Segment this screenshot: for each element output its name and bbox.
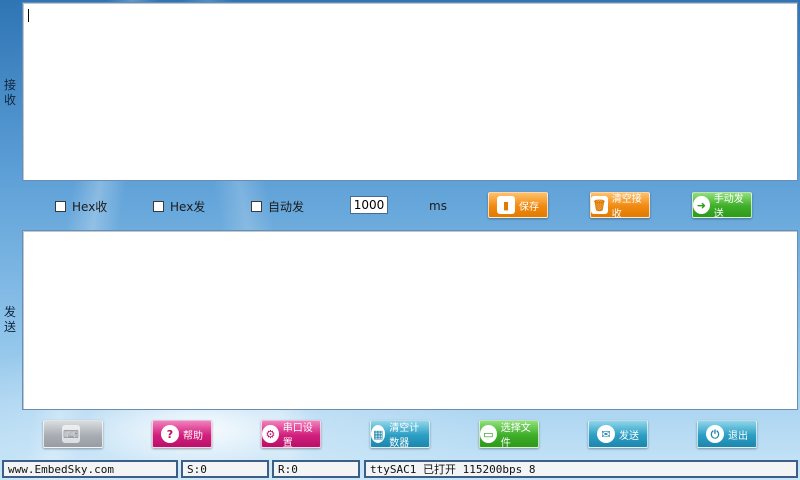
text-caret [28, 9, 29, 22]
manual-send-button[interactable]: ➜ 手动发送 [692, 192, 752, 220]
exit-button-label: 退出 [728, 430, 748, 442]
serial-settings-icon: ⚙ [262, 425, 279, 443]
send-button-label: 发送 [619, 430, 639, 442]
serial-settings-button[interactable]: ⚙ 串口设置 [261, 420, 321, 449]
hex-send-label: Hex发 [170, 199, 206, 214]
send-button[interactable]: ✉ 发送 [588, 420, 648, 448]
send-textarea[interactable] [22, 230, 798, 410]
hex-recv-option[interactable]: Hex收 [55, 198, 107, 214]
hex-send-option[interactable]: Hex发 [153, 198, 205, 214]
manual-send-button-label: 手动发送 [713, 194, 744, 220]
send-label: 发 送 [3, 305, 17, 335]
receive-label-char2: 收 [3, 93, 16, 107]
keyboard-button[interactable]: ⌨ [43, 420, 103, 448]
power-icon: ⏻ [706, 425, 724, 443]
exit-button[interactable]: ⏻ 退出 [697, 420, 757, 448]
auto-send-option[interactable]: 自动发 [251, 198, 304, 214]
send-label-char2: 送 [3, 320, 16, 334]
trash-icon: 🗑 [591, 196, 608, 214]
auto-send-checkbox[interactable] [251, 200, 262, 212]
website-text: www.EmbedSky.com [8, 462, 114, 476]
receive-label: 接 收 [3, 78, 17, 108]
status-sent-count: S:0 [181, 460, 269, 478]
port-info-text: ttySAC1 已打开 115200bps 8 [370, 463, 536, 476]
folder-icon: ▭ [480, 425, 497, 443]
save-button[interactable]: ▮ 保存 [488, 192, 548, 218]
clear-counter-button-label: 清空计数器 [389, 423, 420, 449]
help-button[interactable]: ? 帮助 [152, 420, 212, 448]
send-label-char1: 发 [3, 305, 16, 319]
help-icon: ? [161, 425, 179, 443]
calculator-icon: ▦ [371, 425, 386, 443]
select-file-button-label: 选择文件 [500, 423, 531, 449]
status-website: www.EmbedSky.com [2, 460, 178, 478]
hex-send-checkbox[interactable] [153, 200, 164, 212]
keyboard-icon: ⌨ [62, 425, 80, 443]
save-icon: ▮ [497, 196, 515, 214]
hex-recv-checkbox[interactable] [55, 200, 66, 212]
receive-label-char1: 接 [3, 78, 16, 92]
serial-settings-button-label: 串口设置 [282, 423, 313, 449]
send-interval-input[interactable] [350, 196, 388, 214]
sent-count-text: S:0 [187, 462, 207, 476]
clear-counter-button[interactable]: ▦ 清空计数器 [370, 420, 430, 449]
auto-send-label: 自动发 [268, 199, 305, 214]
envelope-icon: ✉ [597, 425, 615, 443]
save-button-label: 保存 [519, 201, 539, 213]
recv-count-text: R:0 [278, 462, 298, 476]
interval-unit-label: ms [429, 199, 447, 213]
status-recv-count: R:0 [272, 460, 360, 478]
send-arrow-icon: ➜ [693, 196, 710, 214]
select-file-button[interactable]: ▭ 选择文件 [479, 420, 539, 449]
help-button-label: 帮助 [183, 430, 203, 442]
clear-receive-button[interactable]: 🗑 清空接收 [590, 192, 650, 220]
clear-receive-button-label: 清空接收 [611, 194, 642, 220]
status-port-info: ttySAC1 已打开 115200bps 8 [364, 460, 798, 478]
hex-recv-label: Hex收 [72, 199, 108, 214]
receive-textarea[interactable] [22, 2, 798, 181]
